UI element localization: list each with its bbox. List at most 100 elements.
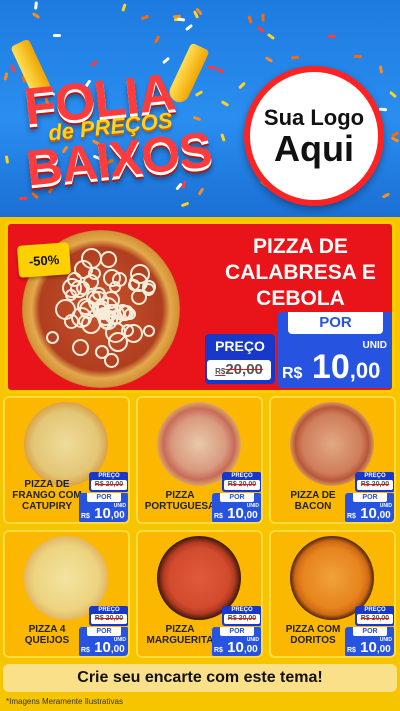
product-name: PIZZA PORTUGUESA bbox=[144, 490, 216, 512]
disclaimer: *Imagens Meramente Ilustrativas bbox=[6, 697, 123, 706]
old-price-box: PREÇO R$ 20,00 bbox=[222, 606, 261, 626]
old-price-prefix: R$ bbox=[215, 367, 226, 376]
old-price: R$ 20,00 bbox=[91, 614, 127, 624]
old-price: R$20,00 bbox=[207, 360, 271, 380]
old-price-box: PREÇO R$ 20,00 bbox=[89, 472, 128, 492]
price-cents: ,00 bbox=[110, 644, 125, 655]
new-price: R$ 10,00 bbox=[347, 505, 391, 522]
new-price-box: POR UNID R$ 10,00 bbox=[345, 493, 394, 522]
confetti bbox=[238, 81, 246, 90]
new-price: R$ 10,00 bbox=[214, 639, 258, 656]
onion-ring bbox=[94, 344, 109, 359]
confetti bbox=[34, 1, 38, 10]
logo-text-line2: Aqui bbox=[274, 128, 354, 169]
price-prefix: R$ bbox=[347, 513, 356, 520]
onion-ring bbox=[46, 330, 60, 344]
price-prefix: R$ bbox=[347, 647, 356, 654]
old-price-box: PREÇO R$ 20,00 bbox=[355, 472, 394, 492]
onion-ring bbox=[143, 324, 156, 337]
por-label: POR bbox=[87, 493, 121, 502]
price-cents: ,00 bbox=[349, 358, 381, 383]
confetti bbox=[220, 133, 226, 142]
confetti bbox=[31, 12, 41, 19]
confetti bbox=[378, 107, 388, 112]
confetti bbox=[264, 56, 274, 63]
price-int: 10 bbox=[94, 639, 111, 656]
price-int: 10 bbox=[94, 505, 111, 522]
price-int: 10 bbox=[227, 639, 244, 656]
product-name: PIZZA 4 QUEIJOS bbox=[24, 624, 70, 646]
confetti bbox=[53, 34, 61, 37]
confetti bbox=[247, 15, 253, 24]
product-card[interactable]: PIZZA PORTUGUESA PREÇO R$ 20,00 POR UNID R$ 1… bbox=[136, 396, 263, 524]
onion-ring bbox=[123, 308, 136, 321]
featured-product-name: PIZZA DE CALABRESA E CEBOLA bbox=[225, 235, 376, 310]
old-price: R$ 20,00 bbox=[357, 480, 393, 490]
confetti bbox=[121, 3, 127, 12]
product-grid: PIZZA DE FRANGO COM CATUPIRY PREÇO R$ 20,0… bbox=[3, 396, 397, 660]
confetti bbox=[381, 192, 391, 199]
product-card[interactable]: PIZZA MARGUERITA PREÇO R$ 20,00 POR UNID R$ 1… bbox=[136, 530, 263, 658]
onion-ring bbox=[81, 247, 103, 269]
new-price: R$ 10,00 bbox=[214, 505, 258, 522]
por-label: POR bbox=[353, 627, 387, 636]
onion-ring bbox=[99, 251, 117, 269]
onion-ring bbox=[120, 323, 134, 337]
old-price: R$ 20,00 bbox=[357, 614, 393, 624]
product-name: PIZZA COM DORITOS bbox=[285, 624, 341, 646]
price-cents: ,00 bbox=[243, 510, 258, 521]
onion-ring bbox=[71, 338, 89, 356]
new-price-box: POR UNID R$ 10,00 bbox=[212, 493, 261, 522]
preco-label: PREÇO bbox=[364, 607, 386, 613]
cta-banner[interactable]: Crie seu encarte com este tema! bbox=[3, 664, 397, 692]
preco-label: PREÇO bbox=[215, 338, 265, 354]
por-label: POR bbox=[288, 312, 383, 334]
confetti bbox=[9, 64, 17, 73]
new-price: R$ 10,00 bbox=[81, 505, 125, 522]
featured-offer[interactable]: -50% PIZZA DE CALABRESA E CEBOLA PREÇO R… bbox=[5, 221, 395, 393]
new-price-box: POR UNID R$ 10,00 bbox=[212, 627, 261, 656]
confetti bbox=[256, 25, 266, 34]
discount-badge: -50% bbox=[16, 242, 72, 278]
price-cents: ,00 bbox=[376, 644, 391, 655]
old-price: R$ 20,00 bbox=[91, 480, 127, 490]
price-prefix: R$ bbox=[81, 513, 90, 520]
preco-label: PREÇO bbox=[98, 473, 120, 479]
logo-placeholder[interactable]: Sua Logo Aqui bbox=[244, 66, 384, 206]
por-label: POR bbox=[220, 627, 254, 636]
product-name: PIZZA DE BACON bbox=[290, 490, 336, 512]
confetti bbox=[266, 32, 276, 41]
product-name: PIZZA MARGUERITA bbox=[146, 624, 214, 646]
onion-ring bbox=[109, 281, 122, 294]
product-card[interactable]: PIZZA COM DORITOS PREÇO R$ 20,00 POR UNID R$ … bbox=[269, 530, 396, 658]
new-price: R$ 10,00 bbox=[282, 348, 380, 387]
price-int: 10 bbox=[360, 639, 377, 656]
old-price-box: PREÇO R$ 20,00 bbox=[222, 472, 261, 492]
new-price-box: POR UNID R$ 10,00 bbox=[79, 493, 128, 522]
price-prefix: R$ bbox=[214, 513, 223, 520]
price-cents: ,00 bbox=[243, 644, 258, 655]
price-prefix: R$ bbox=[81, 647, 90, 654]
por-label: POR bbox=[353, 493, 387, 502]
product-card[interactable]: PIZZA DE BACON PREÇO R$ 20,00 POR UNID R$ 10,… bbox=[269, 396, 396, 524]
price-int: 10 bbox=[360, 505, 377, 522]
confetti bbox=[140, 14, 150, 21]
product-card[interactable]: PIZZA DE FRANGO COM CATUPIRY PREÇO R$ 20,0… bbox=[3, 396, 130, 524]
confetti bbox=[184, 23, 194, 32]
price-prefix: R$ bbox=[214, 647, 223, 654]
preco-label: PREÇO bbox=[98, 607, 120, 613]
onion-ring bbox=[129, 263, 150, 284]
header-banner: FOLIA de PREÇOS BAIXOS Sua Logo Aqui bbox=[0, 0, 400, 217]
confetti bbox=[290, 55, 300, 60]
preco-label: PREÇO bbox=[231, 607, 253, 613]
confetti bbox=[220, 100, 230, 107]
new-price-box: POR UNID R$ 10,00 bbox=[345, 627, 394, 656]
product-card[interactable]: PIZZA 4 QUEIJOS PREÇO R$ 20,00 POR UNID R$ 10… bbox=[3, 530, 130, 658]
old-price: R$ 20,00 bbox=[224, 614, 260, 624]
confetti bbox=[153, 35, 161, 44]
price-int: 10 bbox=[311, 348, 350, 386]
price-cents: ,00 bbox=[376, 510, 391, 521]
preco-label: PREÇO bbox=[231, 473, 253, 479]
new-price: R$ 10,00 bbox=[81, 639, 125, 656]
por-label: POR bbox=[87, 627, 121, 636]
